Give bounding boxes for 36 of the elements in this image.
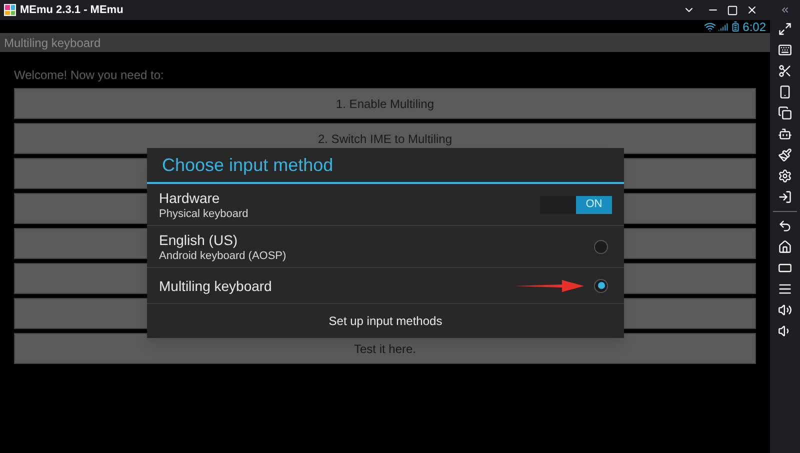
close-icon[interactable]: [746, 4, 758, 16]
window-title: MEmu 2.3.1 - MEmu: [20, 2, 124, 18]
input-method-item[interactable]: English (US) Android keyboard (AOSP): [147, 226, 624, 268]
volume-up-icon[interactable]: [778, 303, 792, 317]
radio-button[interactable]: [594, 278, 608, 292]
login-icon[interactable]: [778, 190, 792, 204]
dialog-title: Choose input method: [162, 154, 334, 177]
keyboard-icon[interactable]: [778, 43, 792, 57]
recent-apps-icon[interactable]: [778, 261, 792, 275]
android-icon[interactable]: [778, 127, 792, 141]
battery-icon: [730, 21, 741, 32]
item-title: Multiling keyboard: [159, 276, 273, 294]
item-title: English (US): [159, 230, 239, 248]
clock: 6:02: [742, 20, 766, 32]
copy-icon[interactable]: [778, 106, 792, 120]
app-logo-icon: [4, 4, 16, 16]
phone-icon[interactable]: [778, 85, 792, 99]
menu-icon[interactable]: [778, 282, 792, 296]
settings-icon[interactable]: [778, 169, 792, 183]
fullscreen-icon[interactable]: [778, 22, 792, 36]
intro-text: Welcome! Now you need to:: [14, 67, 165, 84]
home-icon[interactable]: [778, 240, 792, 254]
item-subtitle: Physical keyboard: [159, 206, 250, 220]
brush-icon[interactable]: [778, 148, 792, 162]
maximize-icon[interactable]: [727, 4, 738, 16]
wifi-icon: [704, 20, 716, 32]
scissors-icon[interactable]: [778, 64, 792, 78]
item-title: Hardware: [159, 188, 221, 206]
signal-icon: [718, 22, 728, 32]
radio-button[interactable]: [594, 240, 608, 254]
app-title: Multiling keyboard: [4, 34, 101, 52]
input-method-item[interactable]: Hardware Physical keyboard ON: [147, 184, 624, 226]
input-method-item[interactable]: Multiling keyboard: [147, 268, 624, 304]
undo-icon[interactable]: [778, 219, 792, 233]
collapse-icon[interactable]: [780, 5, 790, 15]
item-subtitle: Android keyboard (AOSP): [159, 248, 288, 262]
